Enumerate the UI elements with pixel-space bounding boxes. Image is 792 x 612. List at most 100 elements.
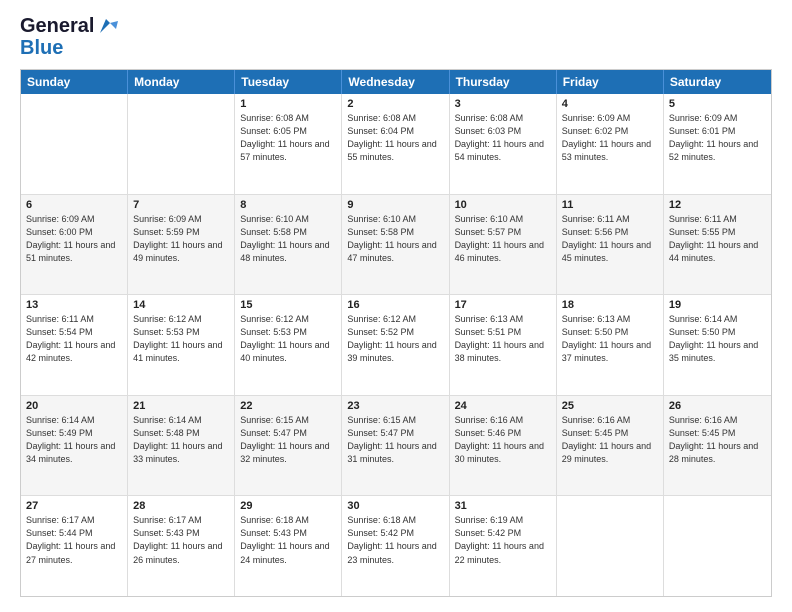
cell-info: Sunrise: 6:10 AM Sunset: 5:58 PM Dayligh… bbox=[240, 213, 336, 265]
calendar-cell bbox=[664, 496, 771, 596]
calendar-body: 1 Sunrise: 6:08 AM Sunset: 6:05 PM Daylig… bbox=[21, 94, 771, 596]
calendar-header: SundayMondayTuesdayWednesdayThursdayFrid… bbox=[21, 70, 771, 94]
cell-info: Sunrise: 6:10 AM Sunset: 5:57 PM Dayligh… bbox=[455, 213, 551, 265]
weekday-header: Sunday bbox=[21, 70, 128, 94]
calendar-cell: 16 Sunrise: 6:12 AM Sunset: 5:52 PM Dayli… bbox=[342, 295, 449, 395]
cell-info: Sunrise: 6:17 AM Sunset: 5:43 PM Dayligh… bbox=[133, 514, 229, 566]
header: General Blue bbox=[20, 15, 772, 59]
cell-info: Sunrise: 6:13 AM Sunset: 5:50 PM Dayligh… bbox=[562, 313, 658, 365]
calendar-cell: 5 Sunrise: 6:09 AM Sunset: 6:01 PM Daylig… bbox=[664, 94, 771, 194]
calendar-cell: 3 Sunrise: 6:08 AM Sunset: 6:03 PM Daylig… bbox=[450, 94, 557, 194]
day-number: 3 bbox=[455, 98, 551, 110]
calendar-cell: 20 Sunrise: 6:14 AM Sunset: 5:49 PM Dayli… bbox=[21, 396, 128, 496]
calendar-cell: 30 Sunrise: 6:18 AM Sunset: 5:42 PM Dayli… bbox=[342, 496, 449, 596]
calendar-cell bbox=[557, 496, 664, 596]
logo: General Blue bbox=[20, 15, 118, 59]
cell-info: Sunrise: 6:16 AM Sunset: 5:45 PM Dayligh… bbox=[562, 414, 658, 466]
calendar-cell: 28 Sunrise: 6:17 AM Sunset: 5:43 PM Dayli… bbox=[128, 496, 235, 596]
cell-info: Sunrise: 6:09 AM Sunset: 6:01 PM Dayligh… bbox=[669, 112, 766, 164]
day-number: 4 bbox=[562, 98, 658, 110]
calendar-cell: 19Sunrise: 6:14 AM Sunset: 5:50 PM Dayli… bbox=[664, 295, 771, 395]
day-number: 14 bbox=[133, 299, 229, 311]
day-number: 24 bbox=[455, 400, 551, 412]
cell-info: Sunrise: 6:11 AM Sunset: 5:55 PM Dayligh… bbox=[669, 213, 766, 265]
cell-info: Sunrise: 6:15 AM Sunset: 5:47 PM Dayligh… bbox=[240, 414, 336, 466]
day-number: 6 bbox=[26, 199, 122, 211]
weekday-header: Monday bbox=[128, 70, 235, 94]
day-number: 1 bbox=[240, 98, 336, 110]
day-number: 20 bbox=[26, 400, 122, 412]
day-number: 27 bbox=[26, 500, 122, 512]
cell-info: Sunrise: 6:19 AM Sunset: 5:42 PM Dayligh… bbox=[455, 514, 551, 566]
cell-info: Sunrise: 6:13 AM Sunset: 5:51 PM Dayligh… bbox=[455, 313, 551, 365]
page: General Blue SundayMondayTuesdayWednesda… bbox=[0, 0, 792, 612]
calendar-cell: 26Sunrise: 6:16 AM Sunset: 5:45 PM Dayli… bbox=[664, 396, 771, 496]
cell-info: Sunrise: 6:08 AM Sunset: 6:03 PM Dayligh… bbox=[455, 112, 551, 164]
cell-info: Sunrise: 6:16 AM Sunset: 5:45 PM Dayligh… bbox=[669, 414, 766, 466]
weekday-header: Saturday bbox=[664, 70, 771, 94]
day-number: 9 bbox=[347, 199, 443, 211]
calendar-row: 13Sunrise: 6:11 AM Sunset: 5:54 PM Dayli… bbox=[21, 295, 771, 396]
day-number: 2 bbox=[347, 98, 443, 110]
cell-info: Sunrise: 6:14 AM Sunset: 5:49 PM Dayligh… bbox=[26, 414, 122, 466]
day-number: 18 bbox=[562, 299, 658, 311]
logo-text-blue: Blue bbox=[20, 37, 63, 59]
calendar-cell: 12 Sunrise: 6:11 AM Sunset: 5:55 PM Dayli… bbox=[664, 195, 771, 295]
weekday-header: Wednesday bbox=[342, 70, 449, 94]
day-number: 22 bbox=[240, 400, 336, 412]
weekday-header: Tuesday bbox=[235, 70, 342, 94]
day-number: 28 bbox=[133, 500, 229, 512]
calendar-cell: 13Sunrise: 6:11 AM Sunset: 5:54 PM Dayli… bbox=[21, 295, 128, 395]
day-number: 12 bbox=[669, 199, 766, 211]
calendar-cell: 17Sunrise: 6:13 AM Sunset: 5:51 PM Dayli… bbox=[450, 295, 557, 395]
calendar-cell: 10Sunrise: 6:10 AM Sunset: 5:57 PM Dayli… bbox=[450, 195, 557, 295]
day-number: 23 bbox=[347, 400, 443, 412]
calendar-row: 1 Sunrise: 6:08 AM Sunset: 6:05 PM Daylig… bbox=[21, 94, 771, 195]
weekday-header: Friday bbox=[557, 70, 664, 94]
day-number: 25 bbox=[562, 400, 658, 412]
calendar-cell: 6Sunrise: 6:09 AM Sunset: 6:00 PM Daylig… bbox=[21, 195, 128, 295]
logo-bird-icon bbox=[96, 15, 118, 37]
calendar-cell: 23Sunrise: 6:15 AM Sunset: 5:47 PM Dayli… bbox=[342, 396, 449, 496]
calendar-cell: 2 Sunrise: 6:08 AM Sunset: 6:04 PM Daylig… bbox=[342, 94, 449, 194]
day-number: 5 bbox=[669, 98, 766, 110]
calendar-cell: 8 Sunrise: 6:10 AM Sunset: 5:58 PM Daylig… bbox=[235, 195, 342, 295]
logo-text-general: General bbox=[20, 15, 94, 37]
cell-info: Sunrise: 6:18 AM Sunset: 5:42 PM Dayligh… bbox=[347, 514, 443, 566]
calendar-cell bbox=[128, 94, 235, 194]
calendar-cell: 9Sunrise: 6:10 AM Sunset: 5:58 PM Daylig… bbox=[342, 195, 449, 295]
calendar-cell: 24 Sunrise: 6:16 AM Sunset: 5:46 PM Dayli… bbox=[450, 396, 557, 496]
calendar-cell: 1 Sunrise: 6:08 AM Sunset: 6:05 PM Daylig… bbox=[235, 94, 342, 194]
day-number: 15 bbox=[240, 299, 336, 311]
calendar-cell bbox=[21, 94, 128, 194]
calendar-cell: 29 Sunrise: 6:18 AM Sunset: 5:43 PM Dayli… bbox=[235, 496, 342, 596]
calendar-row: 20 Sunrise: 6:14 AM Sunset: 5:49 PM Dayli… bbox=[21, 396, 771, 497]
day-number: 31 bbox=[455, 500, 551, 512]
day-number: 8 bbox=[240, 199, 336, 211]
calendar-cell: 15Sunrise: 6:12 AM Sunset: 5:53 PM Dayli… bbox=[235, 295, 342, 395]
calendar-cell: 18 Sunrise: 6:13 AM Sunset: 5:50 PM Dayli… bbox=[557, 295, 664, 395]
day-number: 29 bbox=[240, 500, 336, 512]
cell-info: Sunrise: 6:09 AM Sunset: 5:59 PM Dayligh… bbox=[133, 213, 229, 265]
cell-info: Sunrise: 6:17 AM Sunset: 5:44 PM Dayligh… bbox=[26, 514, 122, 566]
cell-info: Sunrise: 6:16 AM Sunset: 5:46 PM Dayligh… bbox=[455, 414, 551, 466]
calendar: SundayMondayTuesdayWednesdayThursdayFrid… bbox=[20, 69, 772, 597]
day-number: 19 bbox=[669, 299, 766, 311]
calendar-cell: 27 Sunrise: 6:17 AM Sunset: 5:44 PM Dayli… bbox=[21, 496, 128, 596]
day-number: 30 bbox=[347, 500, 443, 512]
cell-info: Sunrise: 6:11 AM Sunset: 5:56 PM Dayligh… bbox=[562, 213, 658, 265]
calendar-cell: 21 Sunrise: 6:14 AM Sunset: 5:48 PM Dayli… bbox=[128, 396, 235, 496]
calendar-cell: 4Sunrise: 6:09 AM Sunset: 6:02 PM Daylig… bbox=[557, 94, 664, 194]
calendar-cell: 22 Sunrise: 6:15 AM Sunset: 5:47 PM Dayli… bbox=[235, 396, 342, 496]
day-number: 16 bbox=[347, 299, 443, 311]
cell-info: Sunrise: 6:12 AM Sunset: 5:52 PM Dayligh… bbox=[347, 313, 443, 365]
weekday-header: Thursday bbox=[450, 70, 557, 94]
cell-info: Sunrise: 6:14 AM Sunset: 5:48 PM Dayligh… bbox=[133, 414, 229, 466]
cell-info: Sunrise: 6:18 AM Sunset: 5:43 PM Dayligh… bbox=[240, 514, 336, 566]
calendar-cell: 25 Sunrise: 6:16 AM Sunset: 5:45 PM Dayli… bbox=[557, 396, 664, 496]
cell-info: Sunrise: 6:08 AM Sunset: 6:05 PM Dayligh… bbox=[240, 112, 336, 164]
day-number: 11 bbox=[562, 199, 658, 211]
day-number: 21 bbox=[133, 400, 229, 412]
day-number: 7 bbox=[133, 199, 229, 211]
cell-info: Sunrise: 6:08 AM Sunset: 6:04 PM Dayligh… bbox=[347, 112, 443, 164]
